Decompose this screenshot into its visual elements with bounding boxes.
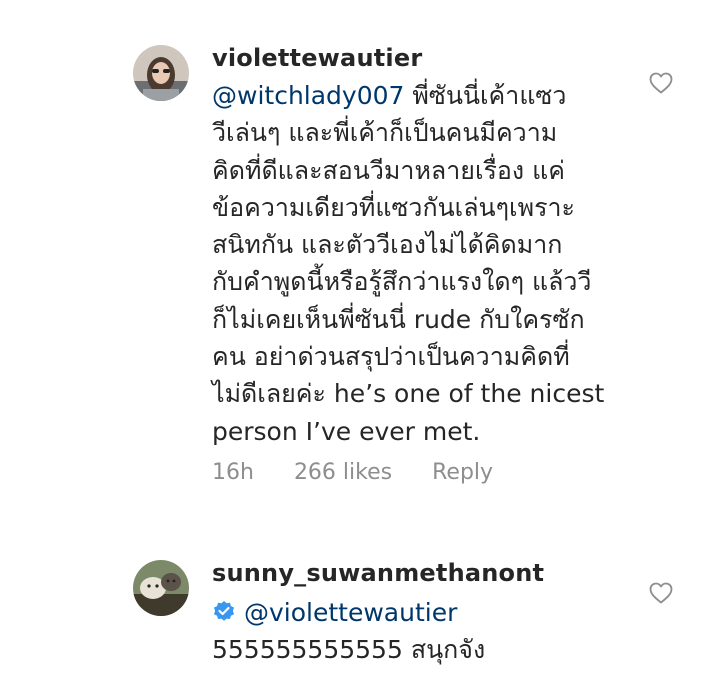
reply-button[interactable]: Reply bbox=[432, 460, 493, 485]
comment-meta: 16h 266 likes Reply bbox=[212, 460, 632, 485]
comment-likes[interactable]: 266 likes bbox=[294, 460, 392, 485]
comment-username[interactable]: sunny_suwanmethanont bbox=[212, 558, 632, 588]
avatar-image bbox=[133, 45, 189, 101]
comment-text: @violettewautier 555555555555 สนุกจัง bbox=[212, 594, 632, 669]
mention-link[interactable]: @witchlady007 bbox=[212, 81, 404, 110]
comment-text: @witchlady007 พี่ซันนี่เค้าแซว วีเล่นๆ แ… bbox=[212, 77, 632, 450]
comment-text-body: พี่ซันนี่เค้าแซว วีเล่นๆ และพี่เค้าก็เป็… bbox=[212, 81, 605, 446]
avatar[interactable] bbox=[133, 560, 189, 616]
comment-time[interactable]: 16h bbox=[212, 460, 254, 485]
avatar-image bbox=[133, 560, 189, 616]
mention-link[interactable]: @violettewautier bbox=[244, 598, 457, 627]
verified-badge-icon bbox=[214, 601, 234, 621]
comment-body: violettewautier @witchlady007 พี่ซันนี่เ… bbox=[212, 43, 632, 485]
avatar[interactable] bbox=[133, 45, 189, 101]
heart-outline-icon[interactable] bbox=[649, 72, 673, 94]
comment-username[interactable]: violettewautier bbox=[212, 43, 632, 73]
comment-text-body: 555555555555 สนุกจัง bbox=[212, 635, 486, 665]
comment-body: sunny_suwanmethanont @violettewautier 55… bbox=[212, 558, 632, 669]
heart-outline-icon[interactable] bbox=[649, 582, 673, 604]
